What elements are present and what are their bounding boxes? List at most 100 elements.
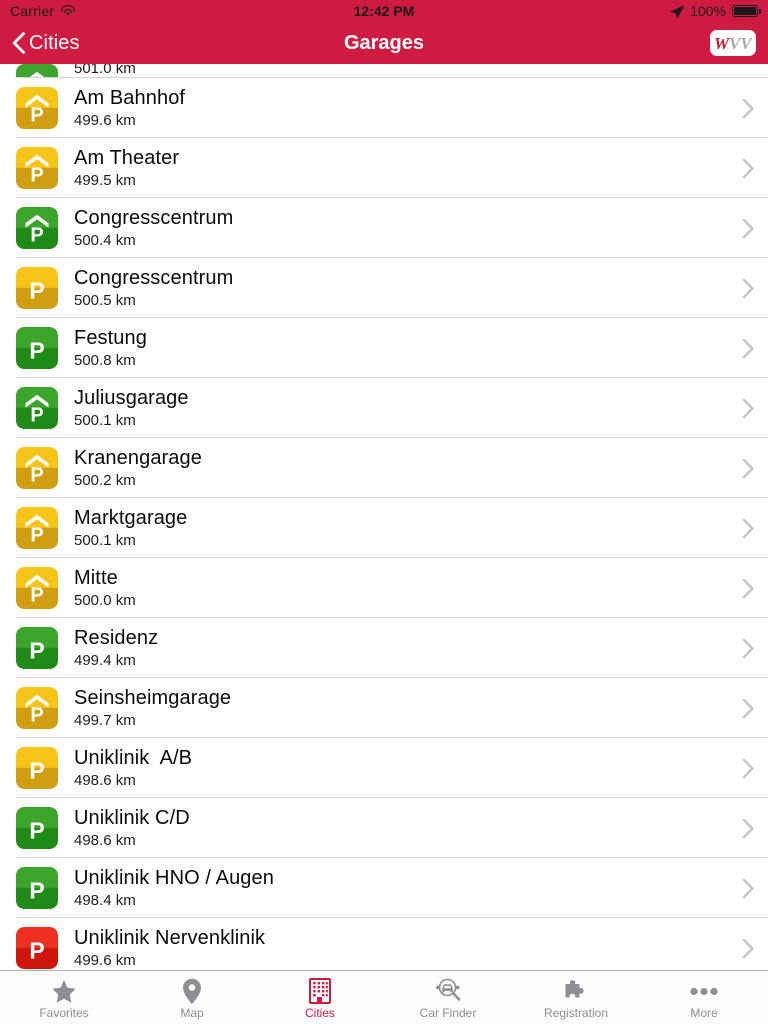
status-bar-clock: 12:42 PM: [353, 3, 415, 19]
table-row[interactable]: P Am Theater 499.5 km: [0, 138, 768, 198]
chevron-right-icon: [728, 698, 768, 719]
table-row[interactable]: P Uniklinik HNO / Augen 498.4 km: [0, 858, 768, 918]
row-distance: 498.6 km: [74, 831, 136, 849]
parking-lot-icon: P: [16, 627, 58, 669]
row-text-block: Marktgarage 500.1 km: [58, 507, 728, 550]
svg-text:P: P: [29, 878, 44, 904]
chevron-right-icon: [728, 458, 768, 479]
parking-lot-icon: P: [16, 867, 58, 909]
table-row[interactable]: P Uniklinik A/B 498.6 km: [0, 738, 768, 798]
parking-garage-icon: P: [16, 447, 58, 489]
row-title: Congresscentrum: [74, 206, 234, 229]
status-bar: Carrier 12:42 PM 100%: [0, 0, 768, 22]
svg-text:P: P: [29, 758, 44, 784]
tab-more[interactable]: More: [640, 971, 768, 1024]
table-row[interactable]: P Mitte 500.0 km: [0, 558, 768, 618]
table-row[interactable]: P Uniklinik C/D 498.6 km: [0, 798, 768, 858]
row-title: Mitte: [74, 566, 118, 589]
car-search-icon: [434, 978, 462, 1004]
row-text-block: Residenz 499.4 km: [58, 627, 728, 670]
table-row[interactable]: P 501.0 km: [0, 64, 768, 78]
svg-text:P: P: [30, 165, 43, 187]
star-icon: [51, 978, 77, 1004]
table-row[interactable]: P Juliusgarage 500.1 km: [0, 378, 768, 438]
row-text-block: Festung 500.8 km: [58, 327, 728, 370]
tab-registration[interactable]: Registration: [512, 971, 640, 1024]
chevron-right-icon: [728, 578, 768, 599]
svg-text:VV: VV: [729, 35, 752, 52]
row-distance: 499.6 km: [74, 111, 136, 129]
table-row[interactable]: P Uniklinik Nervenklinik 499.6 km: [0, 918, 768, 970]
row-distance: 500.0 km: [74, 591, 136, 609]
row-text-block: Kranengarage 500.2 km: [58, 447, 728, 490]
building-icon: [309, 978, 331, 1004]
row-distance: 500.4 km: [74, 231, 136, 249]
garage-list[interactable]: P 501.0 km P Am Bahnhof 499.6 km P Am Theater 4…: [0, 64, 768, 970]
svg-text:P: P: [29, 638, 44, 664]
table-row[interactable]: P Congresscentrum 500.4 km: [0, 198, 768, 258]
parking-garage-icon: P: [16, 387, 58, 429]
chevron-right-icon: [728, 638, 768, 659]
wifi-icon: [60, 5, 75, 17]
back-button[interactable]: Cities: [0, 32, 80, 55]
table-row[interactable]: P Festung 500.8 km: [0, 318, 768, 378]
table-row[interactable]: P Marktgarage 500.1 km: [0, 498, 768, 558]
row-distance: 500.8 km: [74, 351, 136, 369]
svg-text:P: P: [30, 705, 43, 727]
row-text-block: Seinsheimgarage 499.7 km: [58, 687, 728, 730]
table-row[interactable]: P Kranengarage 500.2 km: [0, 438, 768, 498]
svg-text:P: P: [30, 525, 43, 547]
chevron-right-icon: [728, 398, 768, 419]
map-pin-icon: [182, 978, 202, 1004]
row-title: Residenz: [74, 626, 159, 649]
app-screen: Carrier 12:42 PM 100% Cities Garages W V…: [0, 0, 768, 1024]
tab-label: Favorites: [39, 1006, 89, 1020]
row-distance: 501.0 km: [74, 64, 136, 77]
chevron-right-icon: [728, 278, 768, 299]
parking-garage-icon: P: [16, 207, 58, 249]
row-title: Uniklinik A/B: [74, 746, 193, 769]
wvv-logo[interactable]: W VV: [710, 30, 756, 56]
tab-label: Car Finder: [419, 1006, 477, 1020]
row-text-block: Congresscentrum 500.5 km: [58, 267, 728, 310]
table-row[interactable]: P Congresscentrum 500.5 km: [0, 258, 768, 318]
row-distance: 498.6 km: [74, 771, 136, 789]
svg-text:P: P: [29, 938, 44, 964]
tab-favorites[interactable]: Favorites: [0, 971, 128, 1024]
parking-garage-icon: P: [16, 687, 58, 729]
row-title: Am Theater: [74, 146, 180, 169]
parking-garage-icon: P: [16, 87, 58, 129]
ellipsis-icon: [690, 978, 718, 1004]
row-distance: 500.1 km: [74, 531, 136, 549]
chevron-right-icon: [728, 758, 768, 779]
svg-text:P: P: [30, 585, 43, 607]
chevron-right-icon: [728, 938, 768, 959]
parking-garage-icon: P: [16, 64, 58, 78]
row-text-block: Uniklinik C/D 498.6 km: [58, 807, 728, 850]
row-distance: 500.2 km: [74, 471, 136, 489]
parking-lot-icon: P: [16, 927, 58, 969]
row-text-block: Am Bahnhof 499.6 km: [58, 87, 728, 130]
tab-label: Map: [180, 1006, 204, 1020]
tab-cities[interactable]: Cities: [256, 971, 384, 1024]
tab-map[interactable]: Map: [128, 971, 256, 1024]
row-title: Congresscentrum: [74, 266, 234, 289]
parking-garage-icon: P: [16, 567, 58, 609]
tab-label: More: [690, 1006, 718, 1020]
row-distance: 498.4 km: [74, 891, 136, 909]
row-title: Seinsheimgarage: [74, 686, 232, 709]
chevron-right-icon: [728, 338, 768, 359]
chevron-right-icon: [728, 218, 768, 239]
row-distance: 500.5 km: [74, 291, 136, 309]
location-arrow-icon: [671, 4, 685, 18]
table-row[interactable]: P Residenz 499.4 km: [0, 618, 768, 678]
tab-car-finder[interactable]: Car Finder: [384, 971, 512, 1024]
svg-text:P: P: [29, 278, 44, 304]
row-text-block: 501.0 km: [58, 64, 768, 78]
table-row[interactable]: P Seinsheimgarage 499.7 km: [0, 678, 768, 738]
row-distance: 499.7 km: [74, 711, 136, 729]
row-title: Festung: [74, 326, 147, 349]
chevron-right-icon: [728, 818, 768, 839]
row-title: Uniklinik C/D: [74, 806, 190, 829]
table-row[interactable]: P Am Bahnhof 499.6 km: [0, 78, 768, 138]
